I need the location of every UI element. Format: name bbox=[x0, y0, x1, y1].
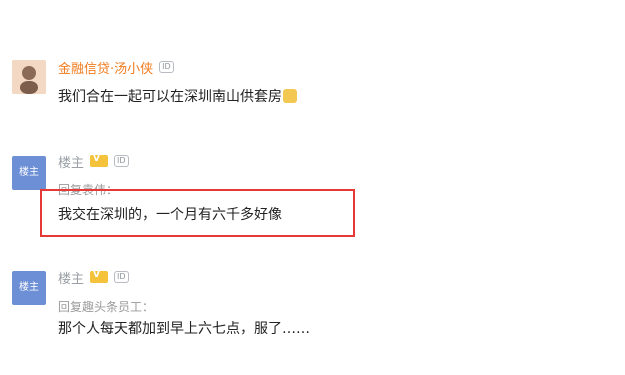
host-avatar[interactable]: 楼主 bbox=[12, 271, 46, 305]
reply-to-label: 回复趣头条员工： bbox=[58, 300, 155, 314]
verified-badge-icon: V bbox=[90, 270, 109, 283]
verified-badge-icon: V bbox=[90, 154, 109, 167]
comment-text: 那个人每天都加到早上六七点，服了…… bbox=[58, 321, 310, 337]
person-icon bbox=[12, 60, 46, 94]
id-badge: ID bbox=[114, 271, 129, 283]
comment-header: 金融信贷·汤小侠 ID bbox=[58, 58, 174, 77]
author-name[interactable]: 楼主 bbox=[58, 268, 84, 287]
comment-header: 楼主 V ID bbox=[58, 152, 129, 171]
comment-text: 我们合在一起可以在深圳南山供套房 bbox=[58, 89, 282, 105]
face-emoji-icon bbox=[283, 89, 297, 103]
comment-header: 楼主 V ID bbox=[58, 268, 129, 287]
id-badge: ID bbox=[114, 155, 129, 167]
user-avatar[interactable] bbox=[12, 60, 46, 94]
author-name[interactable]: 金融信贷·汤小侠 bbox=[58, 58, 153, 77]
author-name[interactable]: 楼主 bbox=[58, 152, 84, 171]
comment-text: 我交在深圳的，一个月有六千多好像 bbox=[58, 207, 282, 223]
host-avatar[interactable]: 楼主 bbox=[12, 156, 46, 190]
id-badge: ID bbox=[159, 61, 174, 73]
comment-text-row: 我们合在一起可以在深圳南山供套房 bbox=[58, 86, 297, 106]
